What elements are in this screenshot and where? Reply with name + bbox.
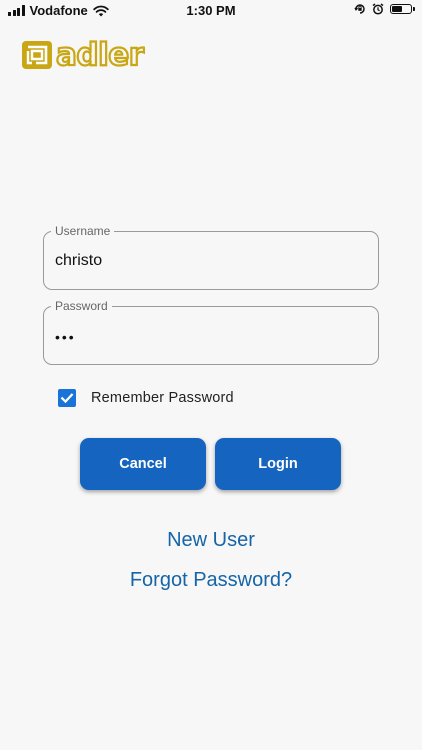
password-field[interactable]: Password ••• (43, 299, 379, 365)
username-value: christo (55, 252, 103, 269)
status-bar: Vodafone 1:30 PM (0, 0, 422, 22)
brand-logo: adler (21, 37, 145, 73)
rotation-lock-icon (354, 4, 365, 14)
adler-logo-icon (22, 41, 52, 69)
remember-password-checkbox[interactable] (58, 389, 76, 407)
remember-password-label: Remember Password (91, 390, 234, 406)
alarm-icon (372, 3, 384, 15)
battery-icon (390, 4, 415, 14)
login-button[interactable]: Login (215, 438, 341, 490)
cancel-button[interactable]: Cancel (80, 438, 206, 490)
status-right (354, 3, 415, 15)
password-label: Password (51, 299, 112, 313)
battery-fill (392, 6, 402, 12)
remember-password-row[interactable]: Remember Password (58, 389, 234, 407)
forgot-password-link[interactable]: Forgot Password? (0, 569, 422, 592)
password-value: ••• (55, 329, 76, 345)
checkmark-icon (60, 393, 74, 404)
username-field[interactable]: Username christo (43, 224, 379, 290)
username-label: Username (51, 224, 115, 238)
brand-name: adler (55, 37, 145, 73)
new-user-link[interactable]: New User (0, 529, 422, 552)
